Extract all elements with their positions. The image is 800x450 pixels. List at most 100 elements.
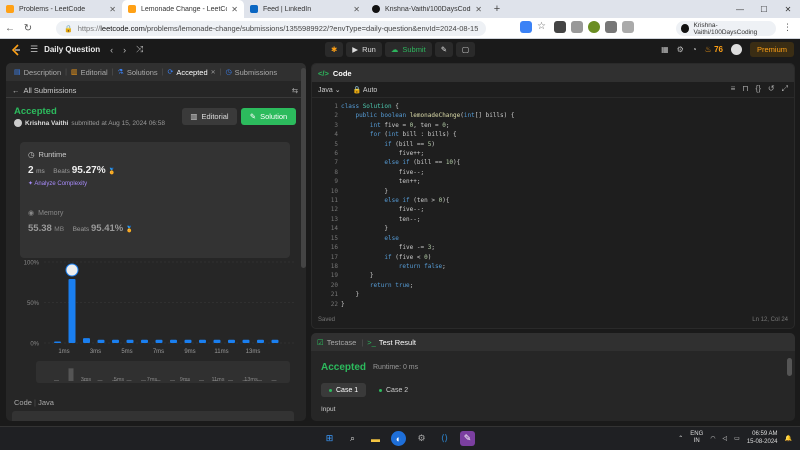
line-number: 10 bbox=[330, 187, 338, 195]
fullscreen-icon[interactable]: ⤢ bbox=[782, 84, 788, 94]
code-section-label: Code | Java bbox=[14, 398, 54, 407]
tab-testcase-label: Testcase bbox=[326, 337, 357, 347]
line-number: 16 bbox=[330, 244, 338, 252]
line-number: 5 bbox=[334, 140, 338, 148]
extension-icon[interactable] bbox=[554, 21, 566, 33]
browser-tab-github[interactable]: Krishna-Vaithi/100DaysCoding ✕ bbox=[366, 0, 488, 18]
code-line: if (bill == 5) bbox=[384, 140, 435, 148]
tab-test-result[interactable]: >_ Test Result bbox=[367, 338, 416, 347]
new-tab-button[interactable]: + bbox=[488, 0, 506, 18]
notification-icon[interactable]: 🔔 bbox=[785, 435, 792, 442]
reload-icon[interactable]: ↻ bbox=[20, 20, 36, 36]
submission-panel: ▤ Description | ▥ Editorial | ⚗ Solutions |… bbox=[6, 63, 306, 421]
code-line: } bbox=[341, 225, 388, 233]
run-button[interactable]: ▶ Run bbox=[346, 42, 382, 57]
pass-dot-icon bbox=[329, 388, 332, 392]
chat-button[interactable]: ▢ bbox=[455, 42, 476, 57]
settings-icon[interactable]: ⚙ bbox=[677, 45, 684, 54]
vscode-icon[interactable]: ⟨⟩ bbox=[437, 431, 452, 446]
address-bar-row: ← ↻ 🔒 https://leetcode.com/problems/lemo… bbox=[0, 18, 800, 39]
mini-distribution-chart[interactable]: 3ms 5ms 7ms 9ms 11ms 13ms bbox=[6, 63, 306, 393]
bell-icon[interactable]: ◔ bbox=[692, 45, 697, 54]
back-arrow-icon[interactable]: ← bbox=[2, 20, 18, 36]
scrollbar[interactable] bbox=[301, 68, 306, 268]
tab-label: Problems - LeetCode bbox=[19, 5, 86, 13]
fire-icon: ♨ bbox=[704, 45, 712, 54]
reset-icon[interactable]: ↺ bbox=[768, 84, 775, 94]
star-icon[interactable]: ☆ bbox=[537, 21, 549, 33]
format-icon[interactable]: ≡ bbox=[731, 84, 736, 94]
line-number: 13 bbox=[330, 215, 338, 223]
avatar[interactable] bbox=[730, 44, 742, 55]
extension-icon[interactable] bbox=[622, 21, 634, 33]
notes-button[interactable]: ✎ bbox=[434, 42, 453, 57]
lock-icon: 🔒 bbox=[64, 25, 73, 33]
layout-icon[interactable]: ▦ bbox=[661, 45, 669, 54]
settings-icon[interactable]: ⚙ bbox=[414, 431, 429, 446]
shuffle-icon[interactable]: ⤨ bbox=[136, 44, 143, 55]
wifi-icon[interactable]: ◠ bbox=[710, 435, 715, 442]
windows-start-icon[interactable]: ⊞ bbox=[322, 431, 337, 446]
scrollbar[interactable] bbox=[787, 358, 792, 376]
leetcode-logo-icon[interactable] bbox=[10, 43, 22, 56]
code-body[interactable]: class Solution { public boolean lemonade… bbox=[341, 102, 514, 309]
submit-button[interactable]: ☁ Submit bbox=[384, 42, 432, 57]
mini-x-tick-label: 5ms bbox=[114, 377, 125, 383]
input-label: Input bbox=[321, 406, 336, 413]
clock[interactable]: 06:59 AM 15-08-2024 bbox=[747, 430, 778, 446]
chevron-up-icon[interactable]: ⌃ bbox=[678, 435, 683, 442]
header-right-nav: ▦ ⚙ ◔ ♨ 76 Premium bbox=[661, 42, 794, 57]
case-2-tab[interactable]: Case 2 bbox=[373, 383, 414, 397]
case-1-tab[interactable]: Case 1 bbox=[321, 383, 367, 397]
url-field[interactable]: 🔒 https://leetcode.com/problems/lemonade… bbox=[56, 21, 486, 36]
extension-icon[interactable] bbox=[571, 21, 583, 33]
close-icon[interactable]: ✕ bbox=[475, 5, 482, 14]
browser-tab-linkedin[interactable]: Feed | LinkedIn ✕ bbox=[244, 0, 366, 18]
close-icon[interactable]: ✕ bbox=[353, 5, 360, 14]
test-result-panel: ☑ Testcase | >_ Test Result Accepted Runti… bbox=[311, 333, 795, 421]
line-number: 19 bbox=[330, 272, 338, 280]
close-window-icon[interactable]: ✕ bbox=[776, 0, 800, 18]
daily-question-title[interactable]: Daily Question bbox=[44, 45, 100, 54]
browser-tab-problems[interactable]: Problems - LeetCode ✕ bbox=[0, 0, 122, 18]
code-panel-header: </> Code bbox=[312, 64, 794, 82]
auto-mode-toggle[interactable]: 🔒 Auto bbox=[353, 86, 378, 94]
extension-icon[interactable] bbox=[605, 21, 617, 33]
streak-counter[interactable]: ♨ 76 bbox=[705, 45, 723, 54]
case-1-label: Case 1 bbox=[336, 386, 359, 394]
streak-count: 76 bbox=[714, 45, 723, 54]
premium-button[interactable]: Premium bbox=[749, 42, 794, 57]
language-select[interactable]: Java ⌄ bbox=[318, 86, 341, 94]
minimize-icon[interactable]: — bbox=[728, 0, 752, 18]
run-controls: ✱ ▶ Run ☁ Submit ✎ ▢ bbox=[325, 42, 476, 57]
list-icon[interactable]: ☰ bbox=[30, 44, 38, 55]
extension-icon[interactable] bbox=[588, 21, 600, 33]
extension-icon[interactable] bbox=[520, 21, 532, 33]
language-indicator[interactable]: ENG IN bbox=[690, 431, 703, 445]
browser-tab-lemonade-change[interactable]: Lemonade Change - LeetCode ✕ bbox=[122, 0, 244, 18]
code-line: } bbox=[341, 291, 360, 299]
bookmark-icon[interactable]: ⊓ bbox=[742, 84, 748, 94]
tab-test-result-label: Test Result bbox=[378, 337, 416, 347]
chevron-left-icon[interactable]: ‹ bbox=[110, 45, 113, 55]
close-icon[interactable]: ✕ bbox=[231, 5, 238, 14]
lang-bottom: IN bbox=[693, 438, 700, 444]
app-icon[interactable]: ✎ bbox=[460, 431, 475, 446]
auto-label: Auto bbox=[362, 86, 378, 94]
search-icon[interactable]: ⌕ bbox=[345, 431, 360, 446]
debug-button[interactable]: ✱ bbox=[325, 42, 344, 57]
edge-browser-icon[interactable]: ◐ bbox=[391, 431, 406, 446]
leetcode-favicon-icon bbox=[6, 5, 14, 13]
more-menu-icon[interactable]: ⋮ bbox=[783, 22, 792, 33]
tab-testcase[interactable]: ☑ Testcase bbox=[317, 338, 356, 347]
line-number: 3 bbox=[334, 121, 338, 129]
battery-icon[interactable]: ▭ bbox=[734, 435, 740, 442]
profile-chip[interactable]: Krishna-Vaithi/100DaysCoding bbox=[676, 21, 776, 36]
line-number: 6 bbox=[334, 150, 338, 158]
file-explorer-icon[interactable]: ▬ bbox=[368, 431, 383, 446]
maximize-icon[interactable]: ☐ bbox=[752, 0, 776, 18]
volume-icon[interactable]: ◁ bbox=[723, 435, 728, 442]
close-icon[interactable]: ✕ bbox=[109, 5, 116, 14]
braces-icon[interactable]: {} bbox=[756, 84, 761, 94]
chevron-right-icon[interactable]: › bbox=[123, 45, 126, 55]
